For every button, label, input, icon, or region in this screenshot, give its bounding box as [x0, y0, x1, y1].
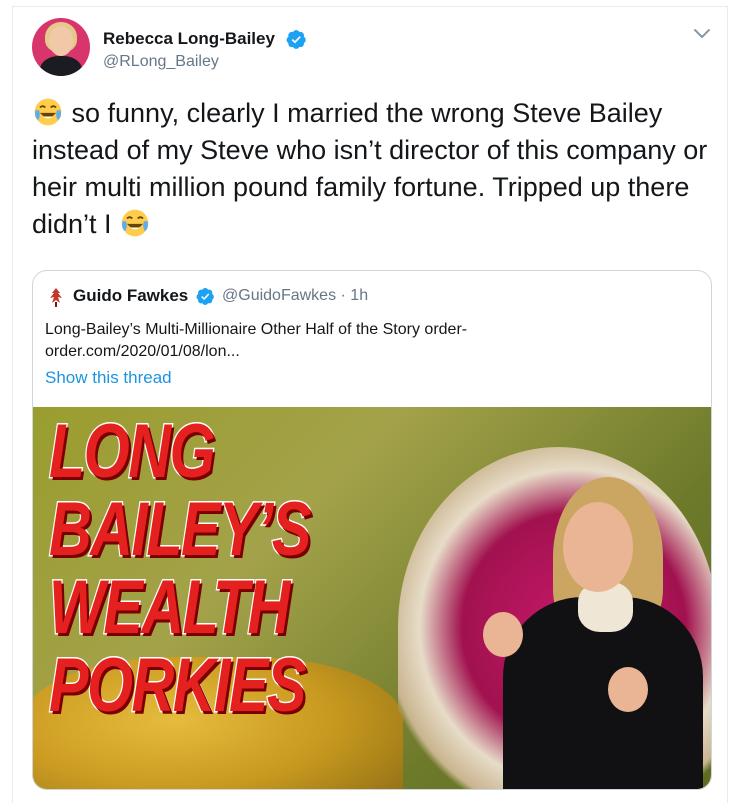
- tears-of-joy-emoji-icon: [34, 98, 62, 126]
- quoted-text-line: Long-Bailey’s Multi-Millionaire Other Ha…: [45, 321, 468, 338]
- chevron-down-icon[interactable]: [693, 27, 711, 41]
- tears-of-joy-emoji-icon: [121, 209, 149, 237]
- avatar[interactable]: [32, 18, 90, 76]
- headline-line: BAILEY’S: [48, 487, 313, 572]
- headline-line: PORKIES: [48, 643, 308, 728]
- quoted-text-line: order.com/2020/01/08/lon...: [45, 343, 240, 360]
- tweet-card: Rebecca Long-Bailey @RLong_Bailey so fun…: [12, 6, 728, 803]
- image-headline: LONG BAILEY’S WEALTH PORKIES: [48, 409, 313, 728]
- guido-fawkes-logo-icon: [50, 288, 62, 307]
- tweet-text: so funny, clearly I married the wrong St…: [32, 95, 722, 243]
- quoted-author-handle-time[interactable]: @GuidoFawkes · 1h: [222, 287, 368, 305]
- quoted-author-name[interactable]: Guido Fawkes: [73, 286, 188, 306]
- verified-badge-icon: [196, 288, 214, 305]
- verified-badge-icon: [286, 30, 306, 49]
- quoted-text: Long-Bailey’s Multi-Millionaire Other Ha…: [45, 319, 585, 363]
- author-handle[interactable]: @RLong_Bailey: [103, 53, 219, 71]
- author-name[interactable]: Rebecca Long-Bailey: [103, 29, 275, 49]
- quoted-image[interactable]: LONG BAILEY’S WEALTH PORKIES: [33, 407, 711, 789]
- quoted-timestamp: · 1h: [340, 287, 369, 304]
- headline-line: LONG: [48, 409, 217, 494]
- headline-line: WEALTH: [48, 565, 292, 650]
- show-thread-link[interactable]: Show this thread: [45, 368, 172, 388]
- quoted-tweet[interactable]: Guido Fawkes @GuidoFawkes · 1h Long-Bail…: [32, 270, 712, 790]
- quoted-author-handle: @GuidoFawkes: [222, 287, 337, 304]
